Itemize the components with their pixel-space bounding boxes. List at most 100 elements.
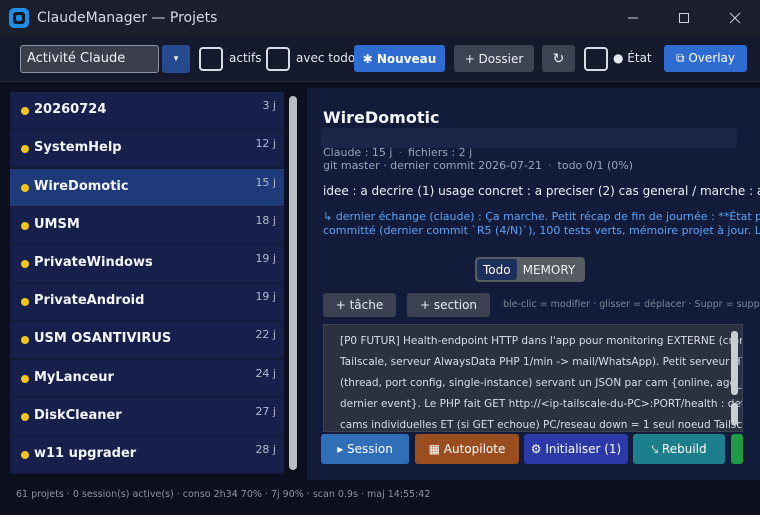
autopilote-button[interactable]: ▦ Autopilote [415,434,519,464]
todo-item-line: [P0 FUTUR] Health-endpoint HTTP dans l'a… [340,335,743,347]
project-row-selected[interactable]: WireDomotic 15 j [10,169,284,206]
project-row[interactable]: USM OSANTIVIRUS 22 j [10,321,284,358]
meta-fichiers: fichiers : 2 j [407,146,473,159]
status-dot-icon [21,451,29,459]
project-name: MyLanceur [34,370,114,385]
project-age: 15 j [255,176,276,189]
last-exchange-line2: committé (dernier commit `R5 (4/N)`), 10… [323,224,760,237]
last-exchange: ↳ dernier échange (claude) : Ça marche. … [323,210,760,238]
toolbar: Activité Claude ▾ actifs avec todo ✱ Nou… [0,36,760,82]
todo-item-line: dernier event}. Le PHP fait GET http://<… [340,398,743,410]
nouveau-button[interactable]: ✱ Nouveau [354,45,445,72]
project-idea: idee : a decrire (1) usage concret : a p… [323,184,760,198]
project-name: SystemHelp [34,140,122,155]
status-dot-icon [21,336,29,344]
meta-line-activity: Claude : 15 j · fichiers : 2 j [323,146,473,159]
meta-todo: todo 0/1 (0%) [557,159,634,172]
window-controls [607,0,760,36]
status-dot-icon [21,145,29,153]
filter-select-arrow[interactable]: ▾ [162,45,190,73]
project-name: PrivateAndroid [34,293,145,308]
project-name: PrivateWindows [34,255,153,270]
close-icon [729,12,740,24]
status-dot-icon [21,413,29,421]
project-row[interactable]: PrivateAndroid 19 j [10,283,284,320]
session-button[interactable]: ▸ Session [321,434,409,464]
checkbox-etat-label: ● État [613,51,652,65]
checkbox-etat[interactable] [584,47,608,71]
project-age: 19 j [255,252,276,265]
add-task-button[interactable]: + tâche [323,293,396,317]
project-row[interactable]: 20260724 3 j [10,92,284,129]
project-age: 28 j [255,443,276,456]
project-row[interactable]: UMSM 18 j [10,207,284,244]
project-age: 24 j [255,367,276,380]
todo-item-line: Tailscale, serveur AlwaysData PHP 1/min … [340,356,743,368]
checkbox-actifs-label: actifs [229,51,262,65]
project-name: USM OSANTIVIRUS [34,331,172,346]
project-row[interactable]: SystemHelp 12 j [10,130,284,167]
project-name: w11 upgrader [34,446,137,461]
maximize-icon [678,13,689,23]
meta-git: git master · dernier commit 2026-07-21 [323,159,543,172]
project-age: 18 j [255,214,276,227]
todo-hint: ble-clic = modifier · glisser = déplacer… [503,299,760,310]
refresh-button[interactable]: ↻ [542,45,575,72]
project-list: 20260724 3 j SystemHelp 12 j WireDomotic… [10,92,284,474]
project-name: WireDomotic [34,179,129,194]
overlay-button[interactable]: ⧉ Overlay [664,45,747,72]
todo-item[interactable]: [P0 FUTUR] Health-endpoint HTTP dans l'a… [340,331,743,431]
add-section-button[interactable]: + section [407,293,490,317]
project-row[interactable]: DiskCleaner 27 j [10,398,284,435]
chevron-down-icon: ▾ [173,54,179,64]
filter-select[interactable]: Activité Claude [20,45,159,73]
project-row[interactable]: PrivateWindows 19 j [10,245,284,282]
maximize-button[interactable] [658,0,709,36]
meta-claude: Claude : 15 j [323,146,393,159]
minimize-icon [627,17,638,19]
window-title: ClaudeManager — Projets [37,10,218,26]
project-row[interactable]: MyLanceur 24 j [10,360,284,397]
dossier-button[interactable]: + Dossier [454,45,534,72]
checkbox-avec-todo-label: avec todo [296,51,356,65]
title-divider [321,128,737,148]
project-detail: WireDomotic Claude : 15 j · fichiers : 2 j… [307,88,760,480]
project-row[interactable]: w11 upgrader 28 j [10,436,284,473]
project-age: 27 j [255,405,276,418]
status-dot-icon [21,298,29,306]
todo-item-line: cams individuelles ET (si GET echoue) PC… [340,419,743,431]
initialiser-button[interactable]: ⚙ Initialiser (1) [524,434,628,464]
refresh-icon: ↻ [552,50,565,67]
project-age: 19 j [255,290,276,303]
project-title: WireDomotic [323,108,440,127]
todo-scrollbar-lower[interactable] [731,403,738,425]
meta-line-git: git master · dernier commit 2026-07-21 · t… [323,159,634,172]
project-list-scrollbar[interactable] [289,96,297,470]
checkbox-avec-todo[interactable] [266,47,290,71]
title-bar: ClaudeManager — Projets [0,0,760,36]
tab-switcher: Todo MEMORY [475,257,585,282]
last-exchange-line1: ↳ dernier échange (claude) : Ça marche. … [323,210,760,223]
tab-memory[interactable]: MEMORY [517,259,582,280]
todo-list[interactable]: [P0 FUTUR] Health-endpoint HTTP dans l'a… [323,324,743,432]
rebuild-button[interactable]: ⤥ Rebuild [633,434,725,464]
project-age: 22 j [255,328,276,341]
status-bar: 61 projets · 0 session(s) active(s) · co… [16,489,431,500]
checkbox-actifs[interactable] [199,47,223,71]
project-name: 20260724 [34,102,107,117]
todo-item-line: (thread, port config, single-instance) s… [340,377,743,389]
status-dot-icon [21,184,29,192]
status-dot-icon [21,222,29,230]
app-logo-icon [9,8,29,28]
status-dot-icon [21,375,29,383]
tab-todo[interactable]: Todo [477,259,517,280]
status-dot-icon [21,260,29,268]
project-age: 12 j [255,137,276,150]
status-dot-icon [21,107,29,115]
todo-scrollbar[interactable] [731,331,738,395]
project-name: UMSM [34,217,80,232]
close-button[interactable] [709,0,760,36]
project-name: DiskCleaner [34,408,122,423]
minimize-button[interactable] [607,0,658,36]
extra-action-button[interactable] [731,434,743,464]
